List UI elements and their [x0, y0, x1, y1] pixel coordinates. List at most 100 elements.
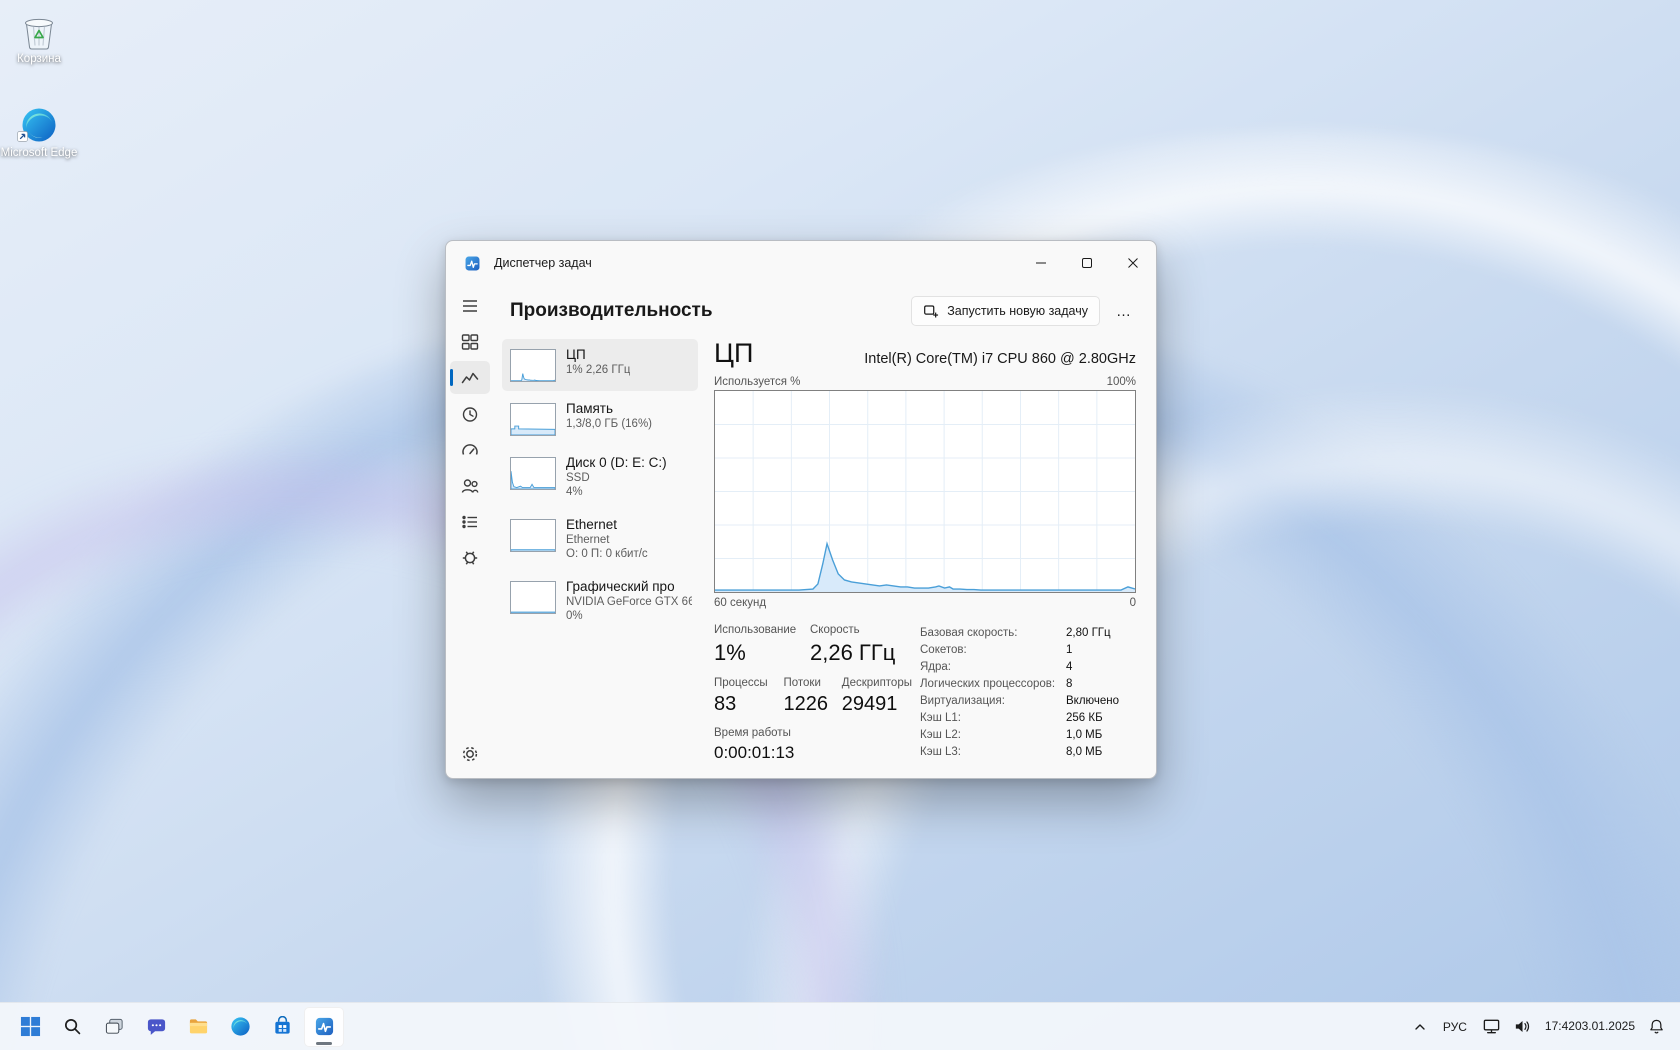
chart-axis-top: Используется % 100%: [714, 376, 1136, 388]
cpu-usage-chart: [714, 390, 1136, 593]
axis-label-usage: Используется %: [714, 376, 800, 388]
chat-icon: [146, 1016, 167, 1037]
uptime-label: Время работы: [714, 727, 794, 739]
hamburger-icon: [460, 296, 480, 316]
main-column: Производительность Запустить новую задач…: [494, 285, 1156, 778]
task-manager-icon: [314, 1016, 335, 1037]
cpu-stats-left: Использование 1% Скорость 2,26 ГГц: [714, 624, 920, 778]
ellipsis-icon: …: [1116, 303, 1132, 320]
search-button[interactable]: [52, 1007, 92, 1047]
uptime-value: 0:00:01:13: [714, 743, 794, 763]
hidden-icons-button[interactable]: [1407, 1007, 1433, 1047]
perf-item-title: Диск 0 (D: E: C:): [566, 455, 667, 470]
caption-buttons: [1018, 241, 1156, 285]
bell-icon: [1648, 1018, 1665, 1035]
cpu-pane: ЦП Intel(R) Core(TM) i7 CPU 860 @ 2.80GH…: [702, 337, 1156, 778]
perf-item-cpu[interactable]: ЦП 1% 2,26 ГГц: [502, 339, 698, 391]
perf-item-subtitle2: 4%: [566, 486, 667, 498]
threads-label: Потоки: [783, 677, 833, 689]
close-button[interactable]: [1110, 241, 1156, 285]
cpu-stats: Использование 1% Скорость 2,26 ГГц: [714, 624, 1136, 778]
page-header: Производительность Запустить новую задач…: [494, 285, 1156, 337]
search-icon: [63, 1017, 82, 1036]
perf-item-memory[interactable]: Память 1,3/8,0 ГБ (16%): [502, 393, 698, 445]
network-button[interactable]: [1477, 1007, 1506, 1047]
memory-mini-chart: [510, 403, 556, 436]
taskbar: РУС 17:42 03.01.2025: [0, 1002, 1680, 1050]
maximize-button[interactable]: [1064, 241, 1110, 285]
window-title: Диспетчер задач: [494, 256, 592, 270]
task-manager-app-icon: [464, 255, 481, 272]
history-icon: [460, 404, 480, 424]
perf-item-subtitle: 1,3/8,0 ГБ (16%): [566, 418, 652, 430]
taskbar-apps: [10, 1007, 344, 1047]
run-new-task-button[interactable]: Запустить новую задачу: [911, 296, 1100, 326]
task-view-button[interactable]: [94, 1007, 134, 1047]
detail-label: Кэш L3:: [920, 746, 1066, 759]
desktop-icon-label: Microsoft Edge: [1, 147, 78, 160]
perf-item-ethernet[interactable]: Ethernet Ethernet О: 0 П: 0 кбит/с: [502, 509, 698, 569]
minimize-button[interactable]: [1018, 241, 1064, 285]
system-tray: РУС 17:42 03.01.2025: [1407, 1007, 1670, 1047]
microsoft-store-button[interactable]: [262, 1007, 302, 1047]
axis-label-60s: 60 секунд: [714, 597, 766, 609]
threads-value: 1226: [783, 693, 833, 716]
detail-label: Ядра:: [920, 661, 1066, 674]
usage-value: 1%: [714, 640, 802, 666]
edge-button[interactable]: [220, 1007, 260, 1047]
performance-list: ЦП 1% 2,26 ГГц Память 1,3/8,0 ГБ (16%): [494, 337, 702, 778]
nav-app-history[interactable]: [450, 397, 490, 430]
speaker-icon: [1513, 1017, 1532, 1036]
desktop-icon-edge[interactable]: Microsoft Edge: [0, 106, 78, 160]
detail-value: 8: [1066, 678, 1072, 691]
detail-label: Базовая скорость:: [920, 627, 1066, 640]
header-actions: Запустить новую задачу …: [911, 296, 1140, 326]
start-button[interactable]: [10, 1007, 50, 1047]
perf-item-title: Память: [566, 401, 652, 416]
nav-users[interactable]: [450, 469, 490, 502]
ethernet-mini-chart: [510, 519, 556, 552]
cpu-details: Базовая скорость:2,80 ГГц Сокетов:1 Ядра…: [920, 624, 1136, 778]
desktop: Корзина: [0, 0, 1680, 1050]
run-new-task-label: Запустить новую задачу: [947, 304, 1088, 318]
file-explorer-button[interactable]: [178, 1007, 218, 1047]
chat-button[interactable]: [136, 1007, 176, 1047]
speed-label: Скорость: [810, 624, 895, 636]
perf-item-disk[interactable]: Диск 0 (D: E: C:) SSD 4%: [502, 447, 698, 507]
more-options-button[interactable]: …: [1108, 296, 1140, 326]
notification-center-button[interactable]: [1643, 1007, 1670, 1047]
windows-logo-icon: [20, 1016, 41, 1037]
language-indicator[interactable]: РУС: [1435, 1007, 1475, 1047]
perf-item-subtitle2: 0%: [566, 610, 692, 622]
detail-label: Кэш L1:: [920, 712, 1066, 725]
cpu-pane-header: ЦП Intel(R) Core(TM) i7 CPU 860 @ 2.80GH…: [714, 339, 1136, 367]
nav-settings[interactable]: [450, 737, 490, 770]
nav-startup-apps[interactable]: [450, 433, 490, 466]
detail-label: Кэш L2:: [920, 729, 1066, 742]
desktop-icon-label: Корзина: [17, 53, 61, 66]
clock[interactable]: 17:42 03.01.2025: [1539, 1007, 1641, 1047]
task-manager-taskbar-button[interactable]: [304, 1007, 344, 1047]
detail-value: 256 КБ: [1066, 712, 1103, 725]
nav-menu-button[interactable]: [450, 289, 490, 322]
perf-item-title: Графический про: [566, 579, 692, 594]
task-manager-window: Диспетчер задач: [445, 240, 1157, 779]
detail-label: Логических процессоров:: [920, 678, 1066, 691]
gpu-mini-chart: [510, 581, 556, 614]
nav-processes[interactable]: [450, 325, 490, 358]
shortcut-arrow-icon: [17, 131, 28, 146]
desktop-icon-recycle-bin[interactable]: Корзина: [0, 12, 78, 66]
performance-icon: [460, 368, 480, 388]
nav-performance[interactable]: [450, 361, 490, 394]
perf-item-title: Ethernet: [566, 517, 648, 532]
titlebar[interactable]: Диспетчер задач: [446, 241, 1156, 285]
nav-services[interactable]: [450, 541, 490, 574]
volume-button[interactable]: [1508, 1007, 1537, 1047]
perf-item-gpu[interactable]: Графический про NVIDIA GeForce GTX 660 0…: [502, 571, 698, 631]
nav-details[interactable]: [450, 505, 490, 538]
detail-label: Виртуализация:: [920, 695, 1066, 708]
perf-item-subtitle: SSD: [566, 472, 667, 484]
new-task-icon: [923, 303, 939, 319]
processes-value: 83: [714, 693, 775, 716]
details-list-icon: [460, 512, 480, 532]
